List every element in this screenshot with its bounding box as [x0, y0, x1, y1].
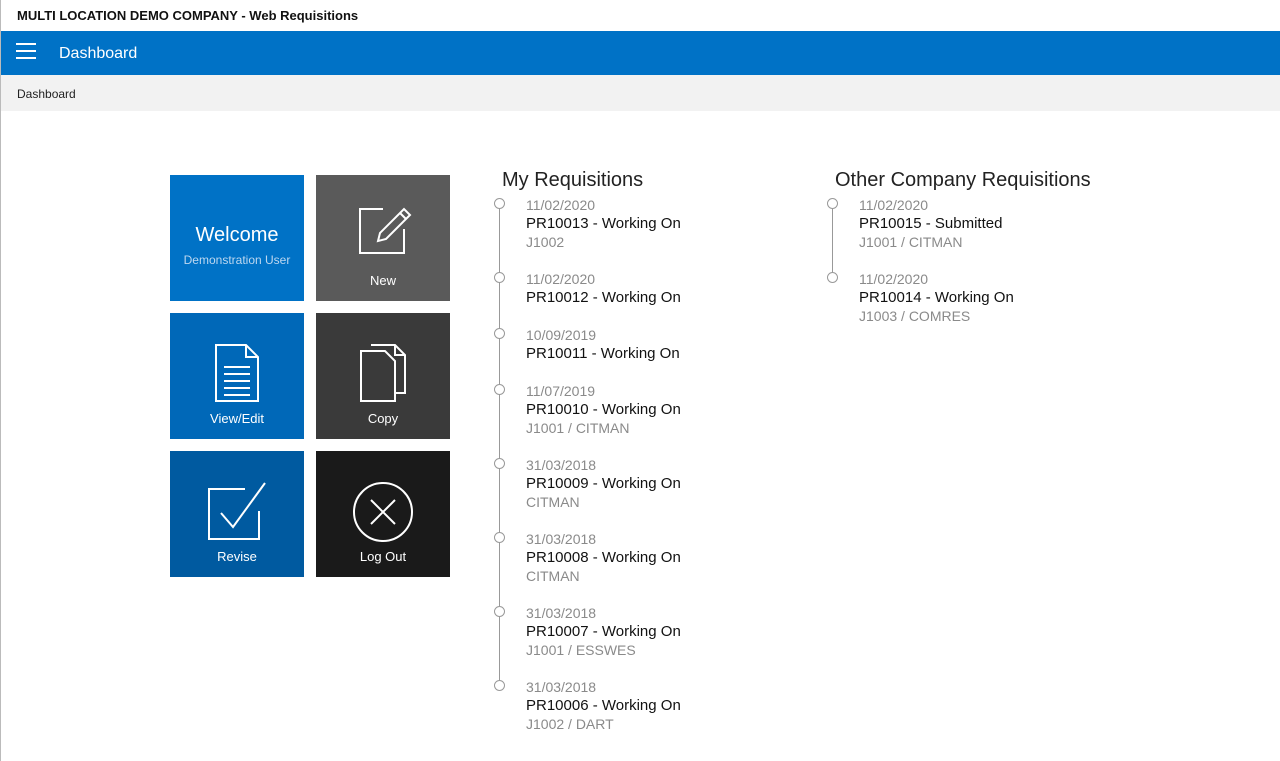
welcome-title: Welcome: [195, 224, 279, 246]
copy-tile-button[interactable]: Copy: [316, 313, 450, 439]
breadcrumb-item-dashboard[interactable]: Dashboard: [17, 87, 76, 101]
timeline-dot-icon: [494, 680, 505, 691]
requisition-date: 10/09/2019: [526, 327, 597, 343]
requisition-title[interactable]: PR10012 - Working On: [526, 289, 681, 306]
requisition-date: 11/02/2020: [859, 197, 929, 213]
requisition-title[interactable]: PR10011 - Working On: [526, 345, 680, 362]
requisition-job: J1002 / DART: [526, 716, 614, 732]
timeline-dot-icon: [494, 532, 505, 543]
requisition-job: J1002: [526, 234, 565, 250]
log-out-tile-button[interactable]: Log Out: [316, 451, 450, 577]
requisition-job: J1001 / CITMAN: [526, 420, 630, 436]
requisition-date: 11/07/2019: [526, 383, 596, 399]
timeline-dot-icon: [494, 198, 505, 209]
timeline-dot-icon: [494, 272, 505, 283]
requisition-title[interactable]: PR10006 - Working On: [526, 697, 681, 714]
top-navbar: Dashboard: [1, 31, 1280, 75]
requisition-date: 31/03/2018: [526, 605, 597, 621]
requisition-title[interactable]: PR10013 - Working On: [526, 215, 681, 232]
requisition-job: CITMAN: [526, 568, 580, 584]
other-requisitions-title: Other Company Requisitions: [835, 169, 1091, 191]
requisition-job: J1001 / CITMAN: [859, 234, 963, 250]
copy-label: Copy: [367, 411, 399, 426]
new-tile-button[interactable]: New: [316, 175, 450, 301]
view-edit-tile-button[interactable]: View/Edit: [170, 313, 304, 439]
requisition-date: 11/02/2020: [526, 197, 596, 213]
requisition-job: CITMAN: [526, 494, 580, 510]
checkbox-icon: [208, 482, 266, 540]
new-label: New: [369, 273, 396, 288]
nav-title: Dashboard: [59, 45, 138, 62]
window-titlebar: MULTI LOCATION DEMO COMPANY - Web Requis…: [1, 0, 1280, 31]
edit-icon: [359, 207, 412, 254]
timeline-dot-icon: [494, 328, 505, 339]
timeline-line: [832, 204, 833, 278]
requisition-date: 11/02/2020: [859, 271, 929, 287]
requisition-job: J1003 / COMRES: [859, 308, 971, 324]
hamburger-menu-icon[interactable]: [16, 43, 36, 61]
requisition-title[interactable]: PR10009 - Working On: [526, 475, 681, 492]
requisition-title[interactable]: PR10010 - Working On: [526, 401, 681, 418]
close-circle-icon: [353, 482, 413, 542]
welcome-user: Demonstration User: [183, 253, 291, 267]
requisition-date: 31/03/2018: [526, 457, 597, 473]
timeline-dot-icon: [494, 606, 505, 617]
timeline-dot-icon: [494, 458, 505, 469]
app-title: MULTI LOCATION DEMO COMPANY - Web Requis…: [17, 8, 359, 23]
document-icon: [215, 344, 259, 402]
view-edit-label: View/Edit: [210, 411, 264, 426]
requisition-title[interactable]: PR10015 - Submitted: [859, 215, 1002, 232]
copy-icon: [360, 344, 406, 402]
my-requisitions-title: My Requisitions: [502, 169, 644, 191]
requisition-date: 31/03/2018: [526, 531, 597, 547]
requisition-date: 11/02/2020: [526, 271, 596, 287]
timeline-dot-icon: [827, 272, 838, 283]
revise-label: Revise: [217, 549, 257, 564]
log-out-label: Log Out: [359, 549, 407, 564]
revise-tile-button[interactable]: Revise: [170, 451, 304, 577]
timeline-dot-icon: [494, 384, 505, 395]
breadcrumb: Dashboard: [1, 75, 1280, 111]
welcome-tile: Welcome Demonstration User: [170, 175, 304, 301]
requisition-job: J1001 / ESSWES: [526, 642, 636, 658]
requisition-title[interactable]: PR10007 - Working On: [526, 623, 681, 640]
requisition-title[interactable]: PR10008 - Working On: [526, 549, 681, 566]
requisition-date: 31/03/2018: [526, 679, 597, 695]
requisition-title[interactable]: PR10014 - Working On: [859, 289, 1014, 306]
timeline-dot-icon: [827, 198, 838, 209]
